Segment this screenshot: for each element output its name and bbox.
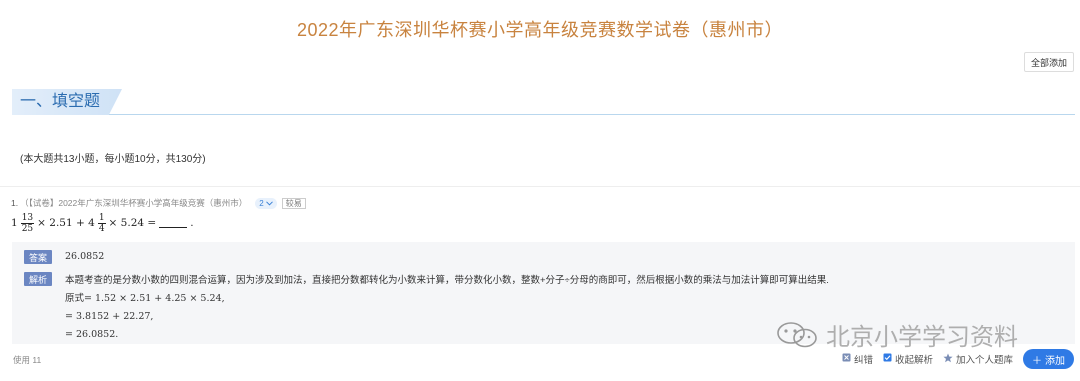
section-heading: 一、填空题 [12, 89, 123, 115]
answer-tag: 答案 [24, 250, 52, 264]
error-icon [842, 353, 851, 365]
analysis-tag: 解析 [24, 272, 52, 286]
score-badge[interactable]: 2 [255, 197, 277, 209]
collapse-analysis-button[interactable]: 收起解析 [883, 352, 933, 366]
formula-end: . [190, 217, 194, 229]
fraction-2-numerator: 1 [97, 212, 106, 224]
fraction-2-denominator: 4 [98, 223, 105, 234]
checkbox-icon [883, 353, 892, 365]
watermark-text: 北京小学学习资料 [826, 324, 1018, 351]
error-label: 纠错 [853, 355, 873, 366]
question-actions: 纠错 收起解析 加入个人题库 ＋ 添加 [842, 349, 1074, 369]
chevron-down-icon [265, 199, 273, 208]
wechat-icon [776, 321, 820, 349]
answer-value: 26.0852 [65, 251, 105, 262]
analysis-line: 原式= 1.52 × 2.51 + 4.25 × 5.24, [65, 293, 225, 304]
fraction-1-denominator: 25 [21, 223, 34, 234]
section-note: (本大题共13小题，每小题10分，共130分) [20, 154, 206, 165]
formula-whole: 1 [11, 217, 18, 229]
add-label: 添加 [1045, 355, 1065, 367]
analysis-line: = 3.8152 + 22.27, [65, 311, 154, 322]
fraction-1-numerator: 13 [20, 212, 35, 224]
add-all-button[interactable]: 全部添加 [1024, 52, 1074, 72]
question-formula: 1 13 25 × 2.51 + 4 1 4 × 5.24 = . [11, 209, 194, 237]
error-report-button[interactable]: 纠错 [842, 352, 873, 366]
section-header: 一、填空题 [12, 89, 1075, 115]
analysis-text: 本题考查的是分数小数的四则混合运算，因为涉及到加法，直接把分数都转化为小数来计算… [65, 272, 829, 344]
plus-icon: ＋ [1032, 355, 1042, 367]
question-number: 1. [11, 198, 19, 208]
question-source[interactable]: （【试卷】2022年广东深圳华杯赛小学高年级竞赛（惠州市） [20, 197, 247, 209]
page-title: 2022年广东深圳华杯赛小学高年级竞赛数学试卷（惠州市） [296, 20, 784, 40]
add-personal-bank-label: 加入个人题库 [955, 355, 1013, 366]
fraction-2: 1 4 [97, 212, 106, 234]
usage-count: 使用 11 [13, 355, 42, 365]
formula-part-1: × 2.51 + 4 [37, 217, 95, 229]
question-meta: 1. （【试卷】2022年广东深圳华杯赛小学高年级竞赛（惠州市） 2 较易 [11, 197, 306, 209]
watermark: 北京小学学习资料 [776, 317, 1018, 352]
add-personal-bank-button[interactable]: 加入个人题库 [943, 352, 1013, 366]
question-card: 1. （【试卷】2022年广东深圳华杯赛小学高年级竞赛（惠州市） 2 较易 1 … [0, 186, 1080, 381]
score-value: 2 [259, 198, 264, 208]
analysis-line: = 26.0852. [65, 329, 119, 340]
collapse-analysis-label: 收起解析 [894, 355, 933, 366]
difficulty-badge: 较易 [281, 197, 306, 209]
formula-part-2: × 5.24 = [108, 217, 157, 229]
analysis-line: 本题考查的是分数小数的四则混合运算，因为涉及到加法，直接把分数都转化为小数来计算… [65, 275, 829, 286]
answer-blank [159, 218, 188, 228]
star-icon [943, 353, 953, 366]
add-button[interactable]: ＋ 添加 [1023, 349, 1074, 369]
fraction-1: 13 25 [20, 212, 35, 234]
